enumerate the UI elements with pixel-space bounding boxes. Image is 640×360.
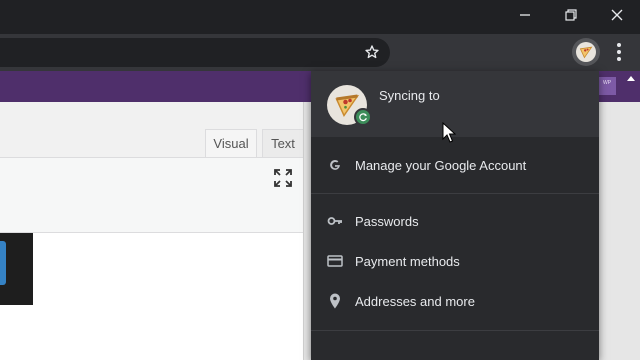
restore-button[interactable]	[548, 0, 594, 30]
close-window-button[interactable]	[594, 0, 640, 30]
profile-menu: Syncing to Manage your Google Account Pa…	[311, 71, 599, 360]
close-icon	[611, 9, 623, 21]
credit-card-icon	[327, 253, 343, 269]
key-icon	[327, 213, 343, 229]
profile-avatar-button[interactable]	[572, 38, 600, 66]
manage-google-account-item[interactable]: Manage your Google Account	[311, 149, 599, 181]
screen: WP Visual Text Syncing to Manage your Go…	[0, 0, 640, 360]
blue-button[interactable]	[0, 241, 6, 285]
passwords-item[interactable]: Passwords	[311, 205, 599, 237]
tab-text[interactable]: Text	[262, 129, 303, 157]
editor-area: Visual Text	[0, 102, 303, 360]
minimize-button[interactable]	[502, 0, 548, 30]
payment-methods-item[interactable]: Payment methods	[311, 245, 599, 277]
menu-item-label: Passwords	[355, 213, 419, 229]
scroll-up-icon[interactable]	[626, 74, 636, 84]
window-titlebar	[0, 0, 640, 34]
menu-item-label: Manage your Google Account	[355, 157, 527, 173]
menu-item-label: Payment methods	[355, 253, 460, 269]
bookmark-star-button[interactable]	[361, 41, 383, 63]
browser-menu-button[interactable]	[608, 40, 630, 64]
mouse-cursor-icon	[442, 122, 456, 143]
address-bar[interactable]	[0, 38, 390, 67]
menu-item-label: Addresses and more	[355, 293, 475, 309]
addresses-item[interactable]: Addresses and more	[311, 285, 599, 317]
editor-body[interactable]	[0, 233, 303, 360]
minimize-icon	[520, 14, 530, 16]
google-g-icon	[327, 157, 343, 173]
dark-embed-block	[0, 233, 33, 305]
tab-visual[interactable]: Visual	[205, 129, 257, 157]
pizza-avatar-icon	[576, 42, 596, 62]
sync-badge	[354, 108, 372, 126]
location-pin-icon	[327, 293, 343, 309]
sync-status-text: Syncing to	[379, 88, 440, 103]
editor-toolbar	[0, 157, 303, 233]
star-icon	[365, 45, 379, 59]
site-badge[interactable]: WP	[598, 77, 616, 95]
divider	[311, 330, 599, 331]
divider	[311, 193, 599, 194]
restore-icon	[565, 9, 577, 21]
sync-icon	[359, 113, 368, 122]
browser-toolbar	[0, 34, 640, 71]
fullscreen-icon[interactable]	[274, 169, 292, 187]
